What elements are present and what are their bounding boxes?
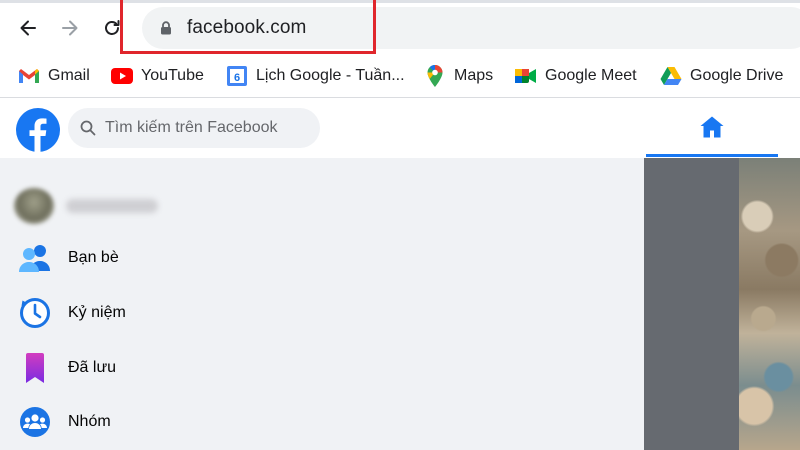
avatar (14, 188, 54, 224)
forward-button[interactable] (54, 12, 86, 44)
back-arrow-icon (20, 20, 36, 36)
bookmark-youtube[interactable]: YouTube (111, 65, 204, 87)
bookmark-google-calendar[interactable]: 6 Lịch Google - Tuần... (226, 65, 405, 87)
bookmark-gmail[interactable]: Gmail (18, 65, 90, 87)
facebook-search-box[interactable]: Tìm kiếm trên Facebook (68, 108, 320, 148)
google-maps-icon (424, 65, 446, 87)
friends-icon (18, 241, 52, 275)
sidebar-item-saved[interactable]: Đã lưu (18, 350, 116, 386)
google-meet-icon (515, 65, 537, 87)
google-drive-icon (660, 65, 682, 87)
search-icon (80, 120, 96, 136)
back-button[interactable] (12, 12, 44, 44)
story-photo[interactable] (739, 158, 800, 450)
bookmarks-bar: Gmail YouTube 6 Lịch Google - Tuần... Ma… (0, 56, 800, 98)
saved-icon (18, 351, 52, 385)
sidebar-item-memories[interactable]: Kỷ niệm (18, 295, 126, 331)
tab-home[interactable] (646, 99, 778, 157)
sidebar-item-friends[interactable]: Bạn bè (18, 240, 119, 276)
bookmark-google-drive[interactable]: Google Drive (660, 65, 783, 87)
search-placeholder: Tìm kiếm trên Facebook (105, 119, 278, 136)
browser-toolbar: facebook.com (0, 0, 800, 56)
google-calendar-icon: 6 (226, 65, 248, 87)
profile-item[interactable] (14, 188, 158, 224)
gmail-icon (18, 65, 40, 87)
profile-name-blurred (66, 199, 158, 213)
sidebar-item-groups[interactable]: Nhóm (18, 404, 111, 440)
reload-icon (105, 20, 120, 35)
bookmark-google-meet[interactable]: Google Meet (515, 65, 637, 87)
left-sidebar: Bạn bè Kỷ niệm Đã lưu Nhóm (0, 158, 644, 450)
home-icon (700, 116, 724, 137)
memories-icon (18, 296, 52, 330)
bookmark-maps[interactable]: Maps (424, 65, 493, 87)
forward-arrow-icon (62, 20, 78, 36)
groups-icon (18, 405, 52, 439)
youtube-icon (111, 65, 133, 87)
svg-text:6: 6 (234, 72, 240, 84)
facebook-header: Tìm kiếm trên Facebook (0, 99, 800, 157)
story-card-placeholder[interactable] (644, 158, 739, 450)
url-highlight-box (120, 0, 376, 54)
facebook-logo-icon[interactable] (16, 108, 60, 152)
